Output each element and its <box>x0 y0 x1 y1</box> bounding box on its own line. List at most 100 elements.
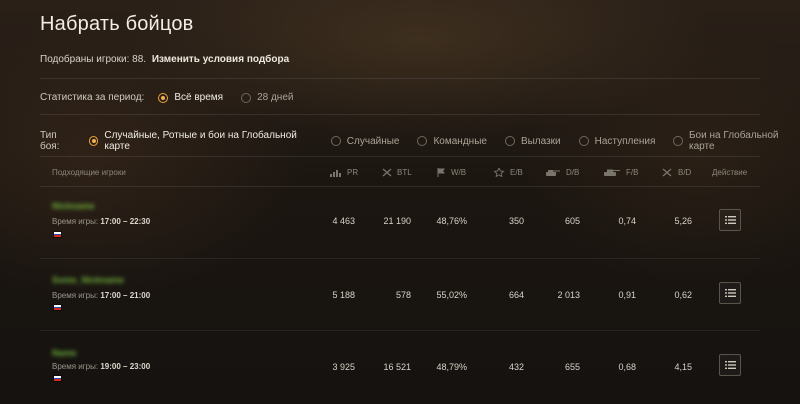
fb-value: 0,74 <box>618 216 636 226</box>
radio-label: Случайные <box>346 135 400 147</box>
column-label: D/B <box>566 168 580 177</box>
invite-button[interactable] <box>719 354 741 376</box>
victory-flag-icon <box>437 168 445 177</box>
play-time-label: Время игры: <box>52 217 99 226</box>
list-icon <box>724 289 736 297</box>
recruit-players-page: Набрать бойцов Подобраны игроки: 88. Изм… <box>0 0 800 404</box>
bd-value: 4,15 <box>674 362 692 372</box>
divider <box>40 114 760 115</box>
column-label: BTL <box>397 168 412 177</box>
radio-label: Случайные, Ротные и бои на Глобальной ка… <box>104 130 297 152</box>
battle-type-filter: Тип боя: Случайные, Ротные и бои на Глоб… <box>40 130 800 152</box>
radio-empty-icon <box>673 136 683 146</box>
battle-type-team-radio[interactable]: Командные <box>417 136 487 147</box>
radio-selected-icon <box>158 92 169 103</box>
eb-value: 350 <box>508 216 524 226</box>
table-row: Nickname Время игры: 17:00 – 22:30 4 463… <box>40 187 760 259</box>
page-title: Набрать бойцов <box>40 13 194 35</box>
list-icon <box>724 216 736 224</box>
radio-selected-icon <box>88 136 99 146</box>
db-value: 2 013 <box>557 290 580 300</box>
radio-empty-icon <box>417 136 428 146</box>
experience-star-icon <box>493 168 505 177</box>
change-conditions-link[interactable]: Изменить условия подбора <box>152 54 289 65</box>
battle-type-advance-radio[interactable]: Наступления <box>578 135 656 147</box>
column-btl: BTL <box>382 168 412 177</box>
invite-button[interactable] <box>719 209 741 231</box>
rating-bars-icon <box>330 169 341 177</box>
battle-type-global-map-radio[interactable]: Бои на Глобальной карте <box>673 130 800 152</box>
column-eb: E/B <box>493 168 523 177</box>
player-name[interactable]: Nickname <box>52 201 95 211</box>
column-bd: B/D <box>661 168 691 177</box>
radio-label: Вылазки <box>520 135 561 147</box>
frags-tank-icon <box>604 169 620 176</box>
column-fb: F/B <box>603 168 638 177</box>
wb-value: 55,02% <box>436 290 467 300</box>
play-time: Время игры: 17:00 – 22:30 <box>52 217 150 226</box>
wb-value: 48,76% <box>436 216 467 226</box>
column-label: PR <box>347 168 359 177</box>
column-label: B/D <box>678 168 692 177</box>
battle-type-skirmish-radio[interactable]: Вылазки <box>504 135 561 147</box>
eb-value: 432 <box>508 362 524 372</box>
db-value: 605 <box>564 216 580 226</box>
play-time: Время игры: 17:00 – 21:00 <box>52 291 150 300</box>
play-time-value: 17:00 – 21:00 <box>100 291 151 300</box>
battle-type-label: Тип боя: <box>40 130 60 152</box>
damage-tank-icon <box>546 170 560 176</box>
column-label: F/B <box>626 168 639 177</box>
radio-empty-icon <box>578 136 589 146</box>
column-label: E/B <box>510 168 523 177</box>
battle-type-all-radio[interactable]: Случайные, Ротные и бои на Глобальной ка… <box>88 130 313 152</box>
column-label: W/B <box>451 168 467 177</box>
player-name[interactable]: Some_Nickname <box>52 275 124 285</box>
bd-value: 5,26 <box>674 216 692 226</box>
btl-value: 578 <box>395 290 411 300</box>
column-pr: PR <box>330 168 358 177</box>
column-label: Действие <box>712 168 748 177</box>
survival-crossed-icon <box>662 168 672 177</box>
fb-value: 0,91 <box>618 290 636 300</box>
invite-button[interactable] <box>719 282 741 304</box>
column-player: Подходящие игроки <box>52 168 126 177</box>
play-time-value: 17:00 – 22:30 <box>100 217 151 226</box>
radio-label: 28 дней <box>257 92 294 103</box>
column-db: D/B <box>545 168 579 177</box>
table-header: Подходящие игроки PR BTL W/B E/B D/B F/B <box>40 158 760 188</box>
battle-type-random-radio[interactable]: Случайные <box>330 135 400 147</box>
pr-value: 4 463 <box>332 216 355 226</box>
radio-empty-icon <box>504 136 515 146</box>
radio-label: Бои на Глобальной карте <box>688 130 779 152</box>
play-time-label: Время игры: <box>52 291 99 300</box>
crossed-swords-icon <box>382 168 392 177</box>
period-28-days-radio[interactable]: 28 дней <box>241 92 293 103</box>
russia-flag-icon <box>53 304 62 311</box>
divider <box>40 78 760 79</box>
period-all-time-radio[interactable]: Всё время <box>158 92 223 103</box>
play-time-label: Время игры: <box>52 362 99 371</box>
play-time: Время игры: 19:00 – 23:00 <box>52 362 150 371</box>
pr-value: 3 925 <box>332 362 355 372</box>
db-value: 655 <box>564 362 580 372</box>
bd-value: 0,62 <box>674 290 692 300</box>
radio-empty-icon <box>330 136 341 146</box>
wb-value: 48,79% <box>436 362 467 372</box>
fb-value: 0,68 <box>618 362 636 372</box>
column-action: Действие <box>712 168 747 177</box>
russia-flag-icon <box>53 375 62 382</box>
table-row: Some_Nickname Время игры: 17:00 – 21:00 … <box>40 259 760 331</box>
player-name[interactable]: Name <box>52 348 77 358</box>
list-icon <box>724 361 736 369</box>
table-row: Name Время игры: 19:00 – 23:00 3 925 16 … <box>40 331 760 403</box>
btl-value: 16 521 <box>383 362 411 372</box>
btl-value: 21 190 <box>383 216 411 226</box>
found-players-line: Подобраны игроки: 88. Изменить условия п… <box>40 54 289 65</box>
column-label: Подходящие игроки <box>52 168 126 177</box>
period-filter-label: Статистика за период: <box>40 92 145 103</box>
radio-label: Наступления <box>594 135 656 147</box>
eb-value: 664 <box>508 290 524 300</box>
radio-label: Всё время <box>174 92 224 103</box>
radio-empty-icon <box>241 92 252 103</box>
play-time-value: 19:00 – 23:00 <box>100 362 151 371</box>
